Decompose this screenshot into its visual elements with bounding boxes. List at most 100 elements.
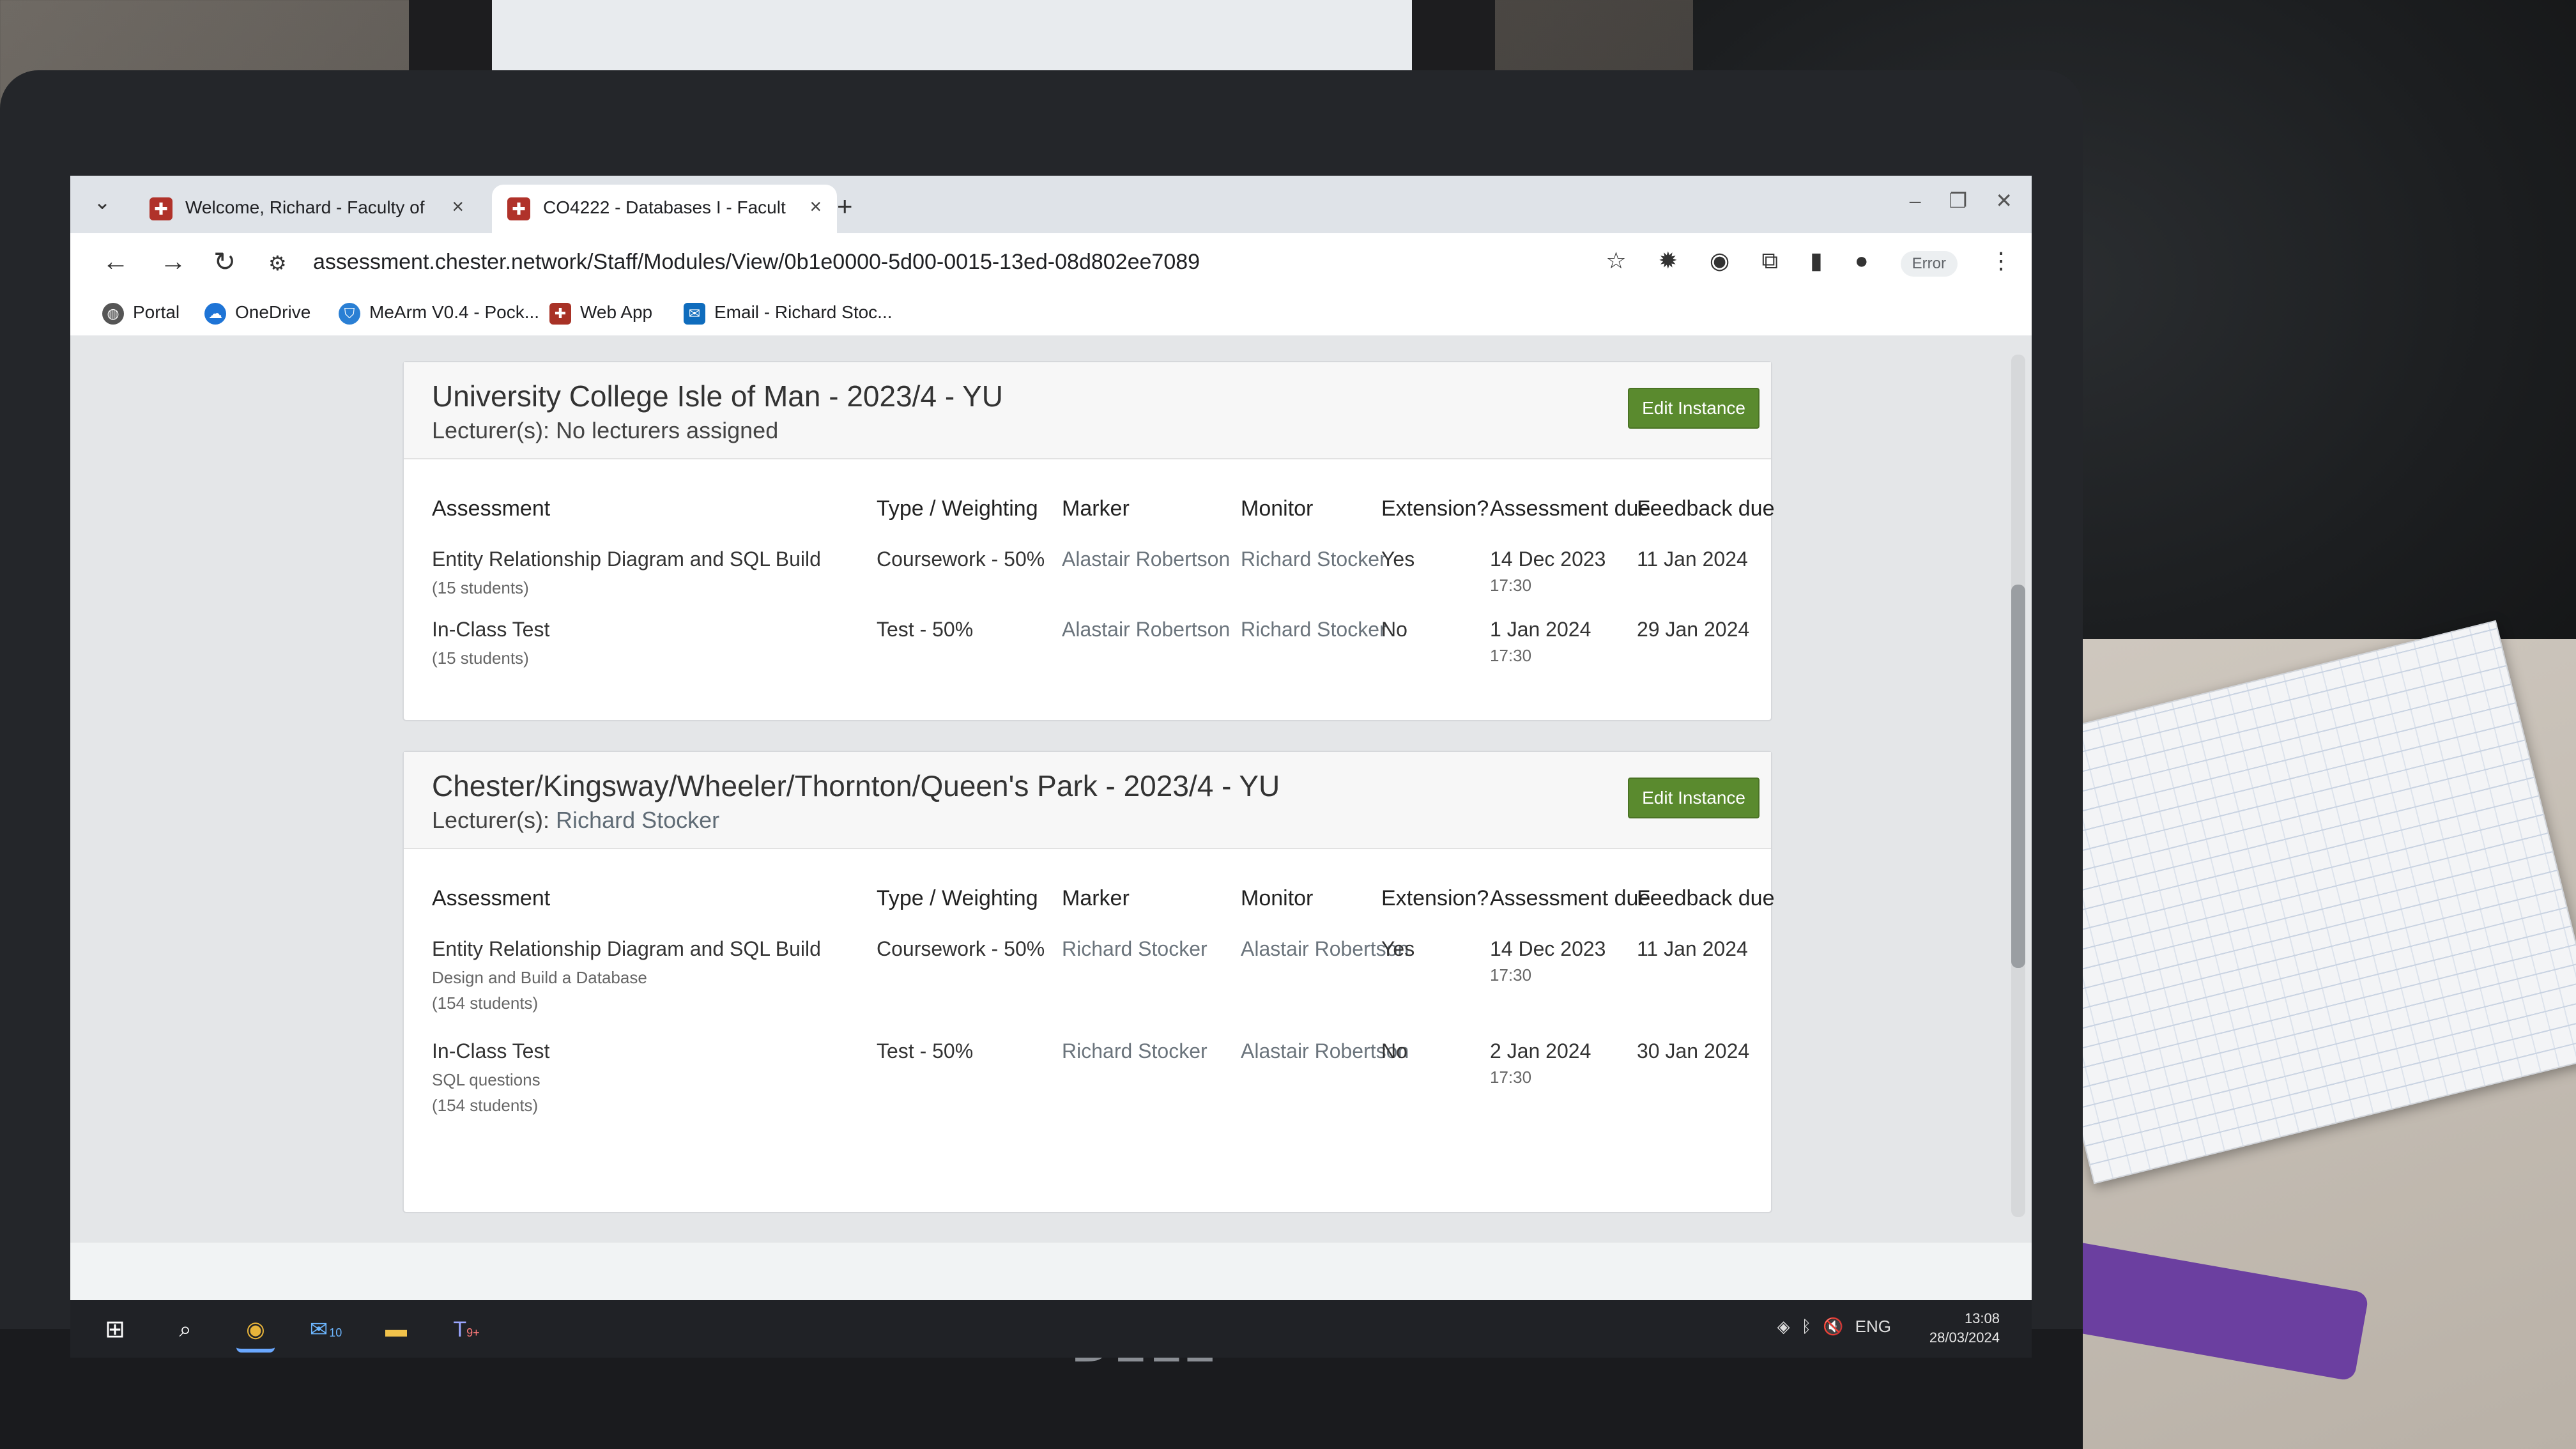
page-content: University College Isle of Man - 2023/4 … — [70, 335, 2032, 1243]
bluetooth-icon[interactable]: ᛒ — [1802, 1317, 1812, 1336]
extension-gear-icon[interactable]: ✹ — [1659, 247, 1678, 273]
monitor-name: Richard Stocker — [1241, 618, 1386, 641]
restore-icon[interactable]: ❐ — [1949, 189, 1968, 212]
due-date: 14 Dec 2023 — [1490, 548, 1606, 571]
feedback-date: 30 Jan 2024 — [1637, 1039, 1750, 1062]
forward-arrow-icon[interactable]: → — [160, 246, 187, 277]
instance-header: Chester/Kingsway/Wheeler/Thornton/Queen'… — [404, 752, 1771, 849]
student-count: (15 students) — [432, 578, 529, 597]
edit-instance-button[interactable]: Edit Instance — [1628, 778, 1759, 818]
page-scrollbar[interactable] — [2011, 355, 2025, 1217]
student-count: (154 students) — [432, 1096, 539, 1115]
type-weighting: Coursework - 50% — [877, 937, 1045, 960]
due-date: 14 Dec 2023 — [1490, 937, 1606, 960]
clock-date: 28/03/2024 — [1929, 1330, 2000, 1346]
toolbar-icons: ☆ ✹ ◉ ⧉ ▮ ● Error ⋮ — [1580, 247, 2012, 277]
outlook-icon: ✉ — [684, 302, 705, 325]
due-time: 17:30 — [1490, 1068, 1532, 1087]
bookmark-onedrive[interactable]: ☁ OneDrive — [204, 302, 310, 325]
address-bar[interactable]: assessment.chester.network/Staff/Modules… — [313, 250, 1200, 275]
col-header-type: Type / Weighting — [877, 496, 1038, 521]
col-header-assessment: Assessment — [432, 886, 551, 910]
minimize-icon[interactable]: – — [1910, 189, 1921, 212]
network-icon[interactable]: ◈ — [1777, 1317, 1790, 1336]
assessment-name[interactable]: In-Class Test — [432, 1039, 549, 1063]
tab-title: Welcome, Richard - Faculty of S — [185, 197, 428, 217]
teams-icon[interactable]: T9+ — [447, 1310, 486, 1349]
windows-taskbar: ⊞ ⌕ ◉ ✉ 10 ▬ T9+ ◈ ᛒ 🔇 ENG 13:08 28/03/2024 — [70, 1300, 2032, 1358]
close-window-icon[interactable]: ✕ — [1995, 189, 2012, 212]
university-crest-icon: ✚ — [150, 197, 172, 220]
chrome-icon[interactable]: ◉ — [236, 1310, 275, 1353]
col-header-monitor: Monitor — [1241, 886, 1314, 910]
file-explorer-icon[interactable]: ▬ — [377, 1310, 415, 1349]
extension-badge-icon[interactable]: ◉ — [1710, 247, 1729, 273]
tab-welcome[interactable]: ✚ Welcome, Richard - Faculty of S × — [134, 185, 479, 233]
bookmark-web-app[interactable]: ✚ Web App — [549, 302, 652, 325]
due-time: 17:30 — [1490, 646, 1532, 665]
bookmark-portal[interactable]: ◍ Portal — [102, 302, 180, 325]
extension-value: No — [1381, 618, 1407, 641]
tab-strip: ⌄ ✚ Welcome, Richard - Faculty of S × ✚ … — [70, 176, 2032, 233]
extension-value: Yes — [1381, 937, 1415, 960]
bookmarks-bar: ◍ Portal ☁ OneDrive ⛉ MeArm V0.4 - Pock... … — [70, 293, 2032, 337]
language-indicator[interactable]: ENG — [1855, 1317, 1891, 1336]
col-header-assessment-due: Assessment due — [1490, 886, 1651, 910]
due-date: 2 Jan 2024 — [1490, 1039, 1591, 1062]
globe-icon: ◍ — [102, 302, 124, 325]
edit-instance-button[interactable]: Edit Instance — [1628, 388, 1759, 429]
bookmark-mearm[interactable]: ⛉ MeArm V0.4 - Pock... — [339, 302, 539, 325]
extension-value: Yes — [1381, 548, 1415, 571]
search-icon[interactable]: ⌕ — [166, 1310, 204, 1349]
laptop-screen: ⌄ ✚ Welcome, Richard - Faculty of S × ✚ … — [70, 176, 2032, 1358]
type-weighting: Test - 50% — [877, 618, 974, 641]
tab-search-chevron-icon[interactable]: ⌄ — [89, 190, 115, 215]
site-settings-icon[interactable]: ⚙ — [268, 251, 287, 275]
marker-name: Alastair Robertson — [1062, 618, 1230, 641]
close-icon[interactable]: × — [452, 195, 464, 218]
window-controls: – ❐ ✕ — [1882, 188, 2012, 213]
bookmark-star-icon[interactable]: ☆ — [1606, 247, 1626, 273]
clock[interactable]: 13:08 28/03/2024 — [1929, 1309, 2000, 1347]
system-tray-icons: ◈ ᛒ 🔇 ENG — [1766, 1317, 1891, 1337]
university-crest-icon: ✚ — [507, 197, 530, 220]
scrollbar-thumb[interactable] — [2011, 585, 2025, 968]
profile-icon[interactable]: ● — [1855, 247, 1869, 273]
feedback-date: 29 Jan 2024 — [1637, 618, 1750, 641]
lecturers-line: Lecturer(s): No lecturers assigned — [432, 417, 779, 443]
assessment-name[interactable]: In-Class Test — [432, 618, 549, 641]
reload-icon[interactable]: ↻ — [213, 246, 236, 277]
back-arrow-icon[interactable]: ← — [102, 246, 129, 277]
tab-title: CO4222 - Databases I - Faculty — [543, 197, 786, 217]
new-tab-plus-icon[interactable]: + — [837, 191, 853, 222]
side-panel-icon[interactable]: ▮ — [1810, 247, 1823, 273]
kebab-menu-icon[interactable]: ⋮ — [1989, 247, 2012, 273]
student-count: (154 students) — [432, 993, 539, 1013]
instance-card: University College Isle of Man - 2023/4 … — [402, 361, 1775, 721]
assessment-name[interactable]: Entity Relationship Diagram and SQL Buil… — [432, 937, 821, 961]
assessment-subtitle: SQL questions — [432, 1070, 540, 1089]
col-header-marker: Marker — [1062, 496, 1130, 521]
error-chip[interactable]: Error — [1900, 251, 1958, 277]
windows-start-icon[interactable]: ⊞ — [96, 1310, 134, 1349]
volume-mute-icon[interactable]: 🔇 — [1823, 1317, 1843, 1336]
bookmark-email[interactable]: ✉ Email - Richard Stoc... — [684, 302, 893, 325]
marker-name: Richard Stocker — [1062, 937, 1208, 960]
col-header-extension: Extension? — [1381, 496, 1489, 521]
close-icon[interactable]: × — [809, 195, 822, 218]
instance-title: University College Isle of Man - 2023/4 … — [432, 379, 1003, 413]
col-header-extension: Extension? — [1381, 886, 1489, 910]
browser-toolbar: ← → ↻ ⚙ assessment.chester.network/Staff… — [70, 233, 2032, 293]
monitor-name: Richard Stocker — [1241, 548, 1386, 571]
student-count: (15 students) — [432, 648, 529, 668]
assessment-subtitle: Design and Build a Database — [432, 968, 647, 987]
cloud-icon: ☁ — [204, 302, 226, 325]
col-header-type: Type / Weighting — [877, 886, 1038, 910]
assessment-name[interactable]: Entity Relationship Diagram and SQL Buil… — [432, 548, 821, 571]
instance-card: Chester/Kingsway/Wheeler/Thornton/Queen'… — [402, 751, 1775, 1213]
mail-icon[interactable]: ✉ 10 — [307, 1310, 345, 1349]
extensions-puzzle-icon[interactable]: ⧉ — [1761, 247, 1778, 273]
lecturers-line: Lecturer(s): Richard Stocker — [432, 807, 720, 833]
tab-databases[interactable]: ✚ CO4222 - Databases I - Faculty × — [492, 185, 837, 233]
feedback-date: 11 Jan 2024 — [1637, 548, 1748, 571]
